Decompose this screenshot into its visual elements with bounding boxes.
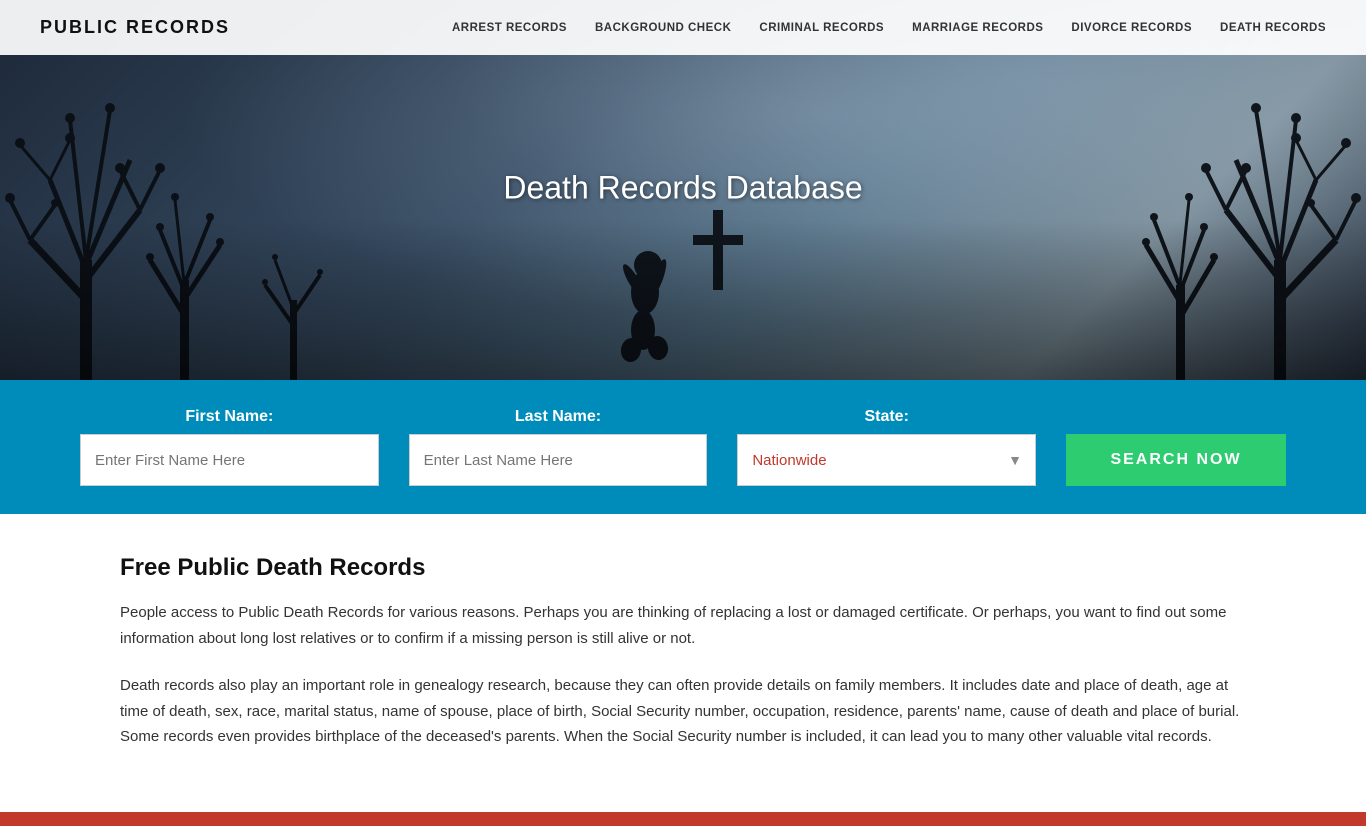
search-bar: First Name: Last Name: State: Nationwide…: [0, 380, 1366, 514]
nav-divorce-records[interactable]: DIVORCE RECORDS: [1071, 22, 1192, 34]
state-label: State:: [737, 408, 1036, 426]
site-header: PUBLIC RECORDS ARREST RECORDS BACKGROUND…: [0, 0, 1366, 55]
nav-death-records[interactable]: DEATH RECORDS: [1220, 22, 1326, 34]
state-field: State: Nationwide Alabama Alaska Arizona…: [722, 408, 1051, 486]
last-name-field: Last Name:: [394, 408, 723, 486]
nav-marriage-records[interactable]: MARRIAGE RECORDS: [912, 22, 1043, 34]
nav-arrest-records[interactable]: ARREST RECORDS: [452, 22, 567, 34]
last-name-label: Last Name:: [409, 408, 708, 426]
state-select[interactable]: Nationwide Alabama Alaska Arizona Califo…: [737, 434, 1036, 486]
hero-section: Death Records Database: [0, 0, 1366, 380]
first-name-input[interactable]: [80, 434, 379, 486]
red-banner: [0, 812, 1366, 826]
state-select-wrap: Nationwide Alabama Alaska Arizona Califo…: [737, 434, 1036, 486]
nav-criminal-records[interactable]: CRIMINAL RECORDS: [759, 22, 884, 34]
site-logo[interactable]: PUBLIC RECORDS: [40, 17, 230, 38]
first-name-label: First Name:: [80, 408, 379, 426]
main-content: Free Public Death Records People access …: [0, 514, 1366, 812]
main-nav: ARREST RECORDS BACKGROUND CHECK CRIMINAL…: [452, 22, 1326, 34]
first-name-field: First Name:: [40, 408, 394, 486]
section-title: Free Public Death Records: [120, 554, 1246, 582]
nav-background-check[interactable]: BACKGROUND CHECK: [595, 22, 731, 34]
search-button-wrap: SEARCH NOW: [1051, 402, 1326, 486]
hero-title: Death Records Database: [503, 170, 862, 207]
last-name-input[interactable]: [409, 434, 708, 486]
content-paragraph-1: People access to Public Death Records fo…: [120, 600, 1246, 651]
hero-gradient-overlay: [0, 220, 1366, 380]
hero-title-wrap: Death Records Database: [503, 170, 862, 207]
content-paragraph-2: Death records also play an important rol…: [120, 673, 1246, 750]
search-now-button[interactable]: SEARCH NOW: [1066, 434, 1286, 486]
